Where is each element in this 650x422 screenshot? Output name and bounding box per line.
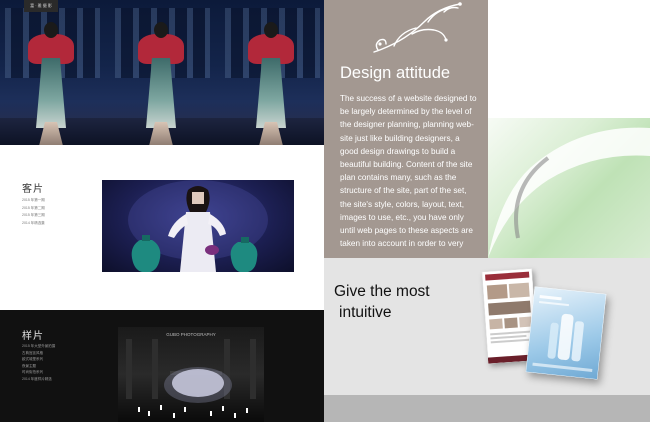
album-link[interactable]: 2015 年第一期 (22, 197, 45, 205)
night-photo-illustration: GUBO PHOTOGRAPHY (126, 332, 256, 418)
green-swoosh-panel (488, 118, 650, 259)
booklet-mockup (525, 286, 607, 380)
album-link[interactable]: 2015 年第三期 (22, 212, 45, 220)
section-title: 样片 (22, 331, 44, 342)
floral-ornament (373, 2, 462, 53)
design-heading: Design attitude (340, 64, 451, 82)
section-title: 客片 (22, 184, 44, 195)
photo-caption: GUBO PHOTOGRAPHY (166, 332, 215, 337)
swoosh-graphic (488, 127, 650, 259)
album-link[interactable]: 2015 年大型外景拍摄 (22, 343, 55, 350)
bottom-strip (324, 395, 650, 422)
design-body-text: The success of a website designed to be … (340, 94, 477, 249)
promo-line-2: intuitive (339, 304, 392, 321)
album-link[interactable]: 2015 年第二期 (22, 205, 45, 213)
promo-line-1: Give the most (334, 283, 430, 300)
sample-photo[interactable]: GUBO PHOTOGRAPHY (118, 327, 264, 422)
client-photo[interactable] (102, 180, 294, 272)
sample-album-list: 2015 年大型外景拍摄 古典宫廷风格 欧式城堡系列 夜景主题 时尚街拍系列 2… (22, 343, 55, 382)
client-album-list: 2015 年第一期 2015 年第二期 2015 年第三期 2014 年精选集 (22, 197, 45, 227)
design-attitude-panel: Design attitude The success of a website… (324, 0, 488, 258)
album-link[interactable]: 2014 年度样片精选 (22, 376, 55, 383)
album-link[interactable]: 2014 年精选集 (22, 220, 45, 228)
bride-photo-illustration (128, 180, 268, 272)
promo-headline: Give the most intuitive (334, 281, 430, 323)
booklet-cover-illustration (525, 286, 607, 380)
site-logo[interactable]: 富 · 雅 摄 影 (24, 0, 58, 12)
hero-banner: 富 · 雅 摄 影 (0, 0, 324, 145)
